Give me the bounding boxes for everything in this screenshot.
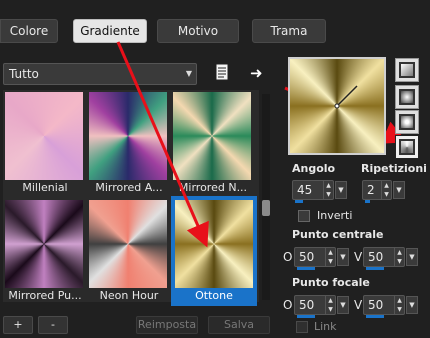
linear-shape-icon (399, 62, 415, 78)
gradient-preview (175, 200, 253, 288)
center-o-axis-label: O (283, 250, 293, 264)
shape-sunburst-button[interactable] (395, 110, 419, 134)
spinner-arrows-icon[interactable]: ▲ ▼ (394, 248, 404, 266)
center-o-value: 50 (299, 250, 315, 264)
gradient-label: Mirrored A... (95, 181, 163, 194)
focal-o-axis-label: O (283, 298, 293, 312)
add-gradient-button[interactable]: + (3, 316, 33, 334)
gradient-item-ottone[interactable]: Ottone (171, 196, 257, 306)
angle-input[interactable]: 45 ▲ ▼ ▼ (292, 180, 347, 203)
gradient-item-mirrored-a[interactable]: Mirrored A... (87, 90, 167, 198)
gradient-item-neon-hour[interactable]: Neon Hour (87, 198, 167, 306)
save-button[interactable]: Salva (208, 316, 270, 334)
category-select-value: Tutto (9, 67, 39, 81)
center-v-input[interactable]: 50 ▲ ▼ ▼ (363, 247, 418, 270)
repeats-input[interactable]: 2 ▲ ▼ ▼ (362, 180, 405, 203)
gradient-label: Ottone (195, 289, 233, 302)
page-icon[interactable] (214, 63, 234, 83)
gradient-item-mirrored-n[interactable]: Mirrored N... (171, 90, 251, 198)
focal-v-input[interactable]: 50 ▲ ▼ ▼ (363, 295, 418, 318)
tab-colore[interactable]: Colore (0, 19, 58, 43)
center-v-slider[interactable] (366, 267, 384, 270)
sunburst-shape-icon (399, 114, 415, 130)
shape-linear-button[interactable] (395, 58, 419, 82)
invert-checkbox[interactable] (298, 210, 310, 222)
gradient-preview (5, 200, 83, 288)
gradient-label: Millenial (22, 181, 68, 194)
focal-o-input[interactable]: 50 ▲ ▼ ▼ (294, 295, 349, 318)
radial-shape-icon (399, 139, 415, 155)
gradient-grid: Millenial Mirrored A... Mirrored N... Mi… (3, 90, 259, 306)
invert-label: Inverti (317, 209, 353, 222)
repeats-label: Ripetizioni (361, 162, 427, 175)
center-point-label: Punto centrale (292, 228, 384, 241)
focal-v-axis-label: V (354, 298, 363, 312)
center-o-slider[interactable] (297, 267, 315, 270)
spinner-arrows-icon[interactable]: ▲ ▼ (394, 296, 404, 314)
gradient-label: Mirrored Pu... (8, 289, 82, 302)
center-v-axis-label: V (354, 250, 363, 264)
spinner-arrows-icon[interactable]: ▲ ▼ (325, 248, 335, 266)
angle-slider[interactable] (295, 200, 303, 203)
link-label: Link (314, 320, 337, 333)
focal-v-slider[interactable] (366, 315, 384, 318)
focal-point-label: Punto focale (292, 276, 370, 289)
tab-gradiente[interactable]: Gradiente (73, 19, 147, 43)
angle-value: 45 (297, 183, 313, 197)
chevron-down-icon[interactable]: ▼ (337, 296, 349, 314)
gradient-preview (173, 92, 251, 180)
shape-rectangular-button[interactable] (395, 85, 419, 109)
gradient-item-mirrored-pu[interactable]: Mirrored Pu... (3, 198, 83, 306)
reset-button[interactable]: Reimposta (136, 316, 198, 334)
spinner-arrows-icon[interactable]: ▲ ▼ (323, 181, 333, 199)
scrollbar-thumb[interactable] (262, 200, 270, 216)
center-v-value: 50 (368, 250, 384, 264)
repeats-slider[interactable] (365, 200, 370, 203)
link-checkbox[interactable] (296, 321, 308, 333)
focal-o-value: 50 (299, 298, 315, 312)
gradient-label: Neon Hour (99, 289, 159, 302)
focal-o-slider[interactable] (297, 315, 315, 318)
gradient-item-millenial[interactable]: Millenial (3, 90, 83, 198)
tab-bar: Colore Gradiente Motivo Trama (0, 0, 430, 50)
rectangular-shape-icon (399, 89, 415, 105)
remove-gradient-button[interactable]: - (38, 316, 68, 334)
category-select[interactable]: Tutto ▼ (3, 63, 197, 85)
chevron-down-icon[interactable]: ▼ (406, 248, 418, 266)
shape-radial-button[interactable] (395, 135, 419, 159)
tab-motivo[interactable]: Motivo (157, 19, 239, 43)
center-marker-icon[interactable] (290, 59, 384, 153)
angle-label: Angolo (292, 162, 336, 175)
chevron-down-icon[interactable]: ▼ (335, 181, 347, 199)
center-o-input[interactable]: 50 ▲ ▼ ▼ (294, 247, 349, 270)
spinner-arrows-icon[interactable]: ▲ ▼ (325, 296, 335, 314)
spinner-arrows-icon[interactable]: ▲ ▼ (381, 181, 391, 199)
chevron-down-icon[interactable]: ▼ (406, 296, 418, 314)
chevron-down-icon[interactable]: ▼ (393, 181, 405, 199)
gradient-grid-scrollbar[interactable] (262, 94, 270, 300)
gradient-preview-large[interactable] (288, 57, 386, 155)
repeats-value: 2 (367, 183, 375, 197)
arrow-right-icon[interactable]: ➜ (250, 63, 270, 83)
tab-trama[interactable]: Trama (252, 19, 326, 43)
chevron-down-icon: ▼ (185, 69, 192, 78)
gradient-preview (89, 200, 167, 288)
gradient-preview (5, 92, 83, 180)
gradient-preview (89, 92, 167, 180)
gradient-label: Mirrored N... (178, 181, 248, 194)
chevron-down-icon[interactable]: ▼ (337, 248, 349, 266)
focal-v-value: 50 (368, 298, 384, 312)
